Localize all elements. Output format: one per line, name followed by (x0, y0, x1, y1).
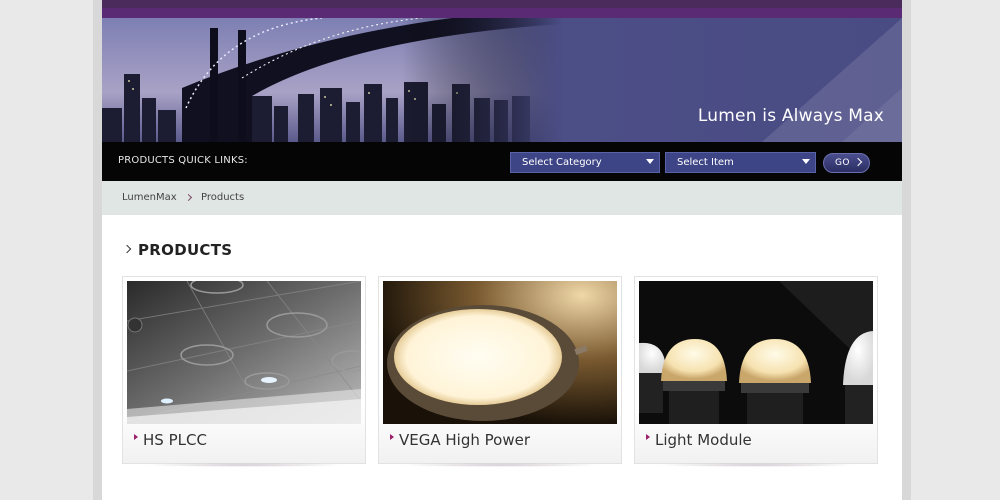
chevron-right-icon (853, 157, 863, 167)
chevron-right-icon (184, 193, 193, 202)
breadcrumb-home-link[interactable]: LumenMax (122, 192, 177, 203)
product-card-light-module[interactable]: Light Module (634, 276, 878, 467)
category-select-value: Select Category (522, 157, 602, 168)
card-shadow (655, 463, 859, 467)
product-image-light-module[interactable] (639, 281, 873, 424)
product-title[interactable]: VEGA High Power (399, 431, 530, 449)
page-title: PRODUCTS (138, 241, 233, 259)
top-accent-bar (102, 8, 902, 18)
page-container: Lumen is Always Max PRODUCTS QUICK LINKS… (102, 0, 902, 500)
go-button-label: GO (835, 158, 850, 168)
chevron-down-icon (646, 159, 654, 164)
bullet-icon (646, 434, 650, 440)
bullet-icon (390, 434, 394, 440)
item-select[interactable]: Select Item (665, 152, 816, 173)
quick-links-bar: PRODUCTS QUICK LINKS: Select Category Se… (102, 142, 902, 181)
bullet-icon (134, 434, 138, 440)
hero-banner: Lumen is Always Max (102, 18, 902, 142)
card-shadow (143, 463, 347, 467)
breadcrumb-current: Products (201, 192, 245, 203)
product-image-hs-plcc[interactable] (127, 281, 361, 424)
product-image-vega-high-power[interactable] (383, 281, 617, 424)
category-select[interactable]: Select Category (510, 152, 660, 173)
banner-tagline: Lumen is Always Max (697, 106, 884, 126)
go-button[interactable]: GO (823, 153, 870, 173)
chevron-right-icon (122, 244, 132, 254)
top-nav-strip (102, 0, 902, 18)
product-title[interactable]: Light Module (655, 431, 752, 449)
chevron-down-icon (802, 159, 810, 164)
product-card-hs-plcc[interactable]: HS PLCC (122, 276, 366, 467)
card-shadow (399, 463, 603, 467)
item-select-value: Select Item (677, 157, 734, 168)
quick-links-label: PRODUCTS QUICK LINKS: (118, 155, 248, 166)
product-card-vega-high-power[interactable]: VEGA High Power (378, 276, 622, 467)
product-title[interactable]: HS PLCC (143, 431, 207, 449)
breadcrumb: LumenMax Products (102, 181, 902, 215)
